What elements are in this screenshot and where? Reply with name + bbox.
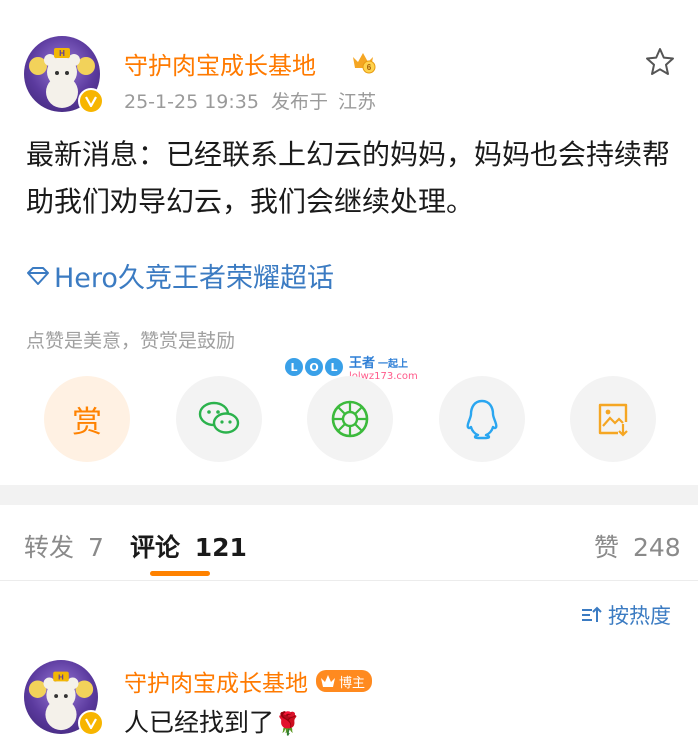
tab-comments[interactable]: 评论 121 — [130, 528, 247, 564]
reward-label: 赏 — [72, 405, 102, 440]
comment-count: 121 — [194, 533, 247, 562]
rose-emoji: 🌹 — [274, 712, 302, 737]
qq-icon — [466, 399, 498, 440]
crown-icon: 6 — [350, 48, 376, 74]
author-badge-label: 博主 — [339, 675, 366, 691]
share-qq-button[interactable] — [439, 376, 525, 462]
post-content: 最新消息：已经联系上幻云的妈妈，妈妈也会持续帮助我们劝导幻云，我们会继续处理。 — [26, 138, 671, 218]
share-moments-button[interactable] — [307, 376, 393, 462]
published-prefix: 发布于 — [271, 91, 329, 113]
save-image-icon — [598, 403, 628, 437]
post-author-name[interactable]: 守护肉宝成长基地 — [124, 46, 316, 81]
watermark-title: 王者 — [349, 356, 376, 371]
moments-icon — [331, 400, 369, 438]
topic-link[interactable]: Hero久竞王者荣耀超话 — [26, 256, 334, 295]
svg-text:H: H — [59, 49, 65, 58]
verified-v-icon — [78, 88, 104, 114]
verified-v-icon — [78, 710, 104, 736]
wm-letter: L — [285, 358, 303, 376]
comment-body: 人已经找到了 — [124, 708, 275, 737]
active-tab-indicator — [150, 571, 210, 576]
like-count: 248 — [632, 533, 681, 562]
post-location: 江苏 — [338, 91, 377, 113]
wm-letter: L — [325, 358, 343, 376]
sort-label: 按热度 — [608, 604, 671, 628]
comment-author-name[interactable]: 守护肉宝成长基地 — [124, 664, 308, 698]
tab-likes[interactable]: 赞 248 — [594, 528, 681, 564]
like-label: 赞 — [594, 533, 620, 562]
sort-by-hot-button[interactable]: 按热度 — [580, 600, 671, 630]
comment-label: 评论 — [130, 533, 181, 562]
repost-label: 转发 — [24, 533, 75, 562]
topic-text: Hero久竞王者荣耀超话 — [54, 263, 334, 294]
sort-icon — [582, 606, 602, 622]
tabs-divider — [0, 580, 698, 581]
wm-letter: O — [305, 358, 323, 376]
repost-count: 7 — [87, 533, 104, 562]
comment-text: 人已经找到了🌹 — [124, 703, 301, 739]
share-wechat-button[interactable] — [176, 376, 262, 462]
reward-button[interactable]: 赏 — [44, 376, 130, 462]
watermark-lol-logo: L O L — [285, 358, 343, 376]
post-timestamp: 25-1-25 19:35 — [124, 91, 259, 113]
post-meta: 25-1-25 19:35 发布于 江苏 — [124, 87, 376, 114]
author-badge: 博主 — [316, 670, 373, 692]
crown-icon — [321, 675, 335, 687]
reward-hint: 点赞是美意，赞赏是鼓励 — [26, 330, 236, 352]
save-image-button[interactable] — [570, 376, 656, 462]
vip-level-number: 6 — [367, 63, 372, 72]
tab-repost[interactable]: 转发 7 — [24, 528, 104, 564]
comment-header: 守护肉宝成长基地 博主 — [124, 664, 373, 698]
section-divider — [0, 485, 698, 505]
watermark-subtitle: 一起上 — [378, 359, 409, 370]
star-outline-icon[interactable] — [644, 46, 676, 78]
diamond-icon — [27, 266, 49, 285]
svg-text:H: H — [58, 672, 64, 681]
wechat-icon — [198, 401, 240, 434]
